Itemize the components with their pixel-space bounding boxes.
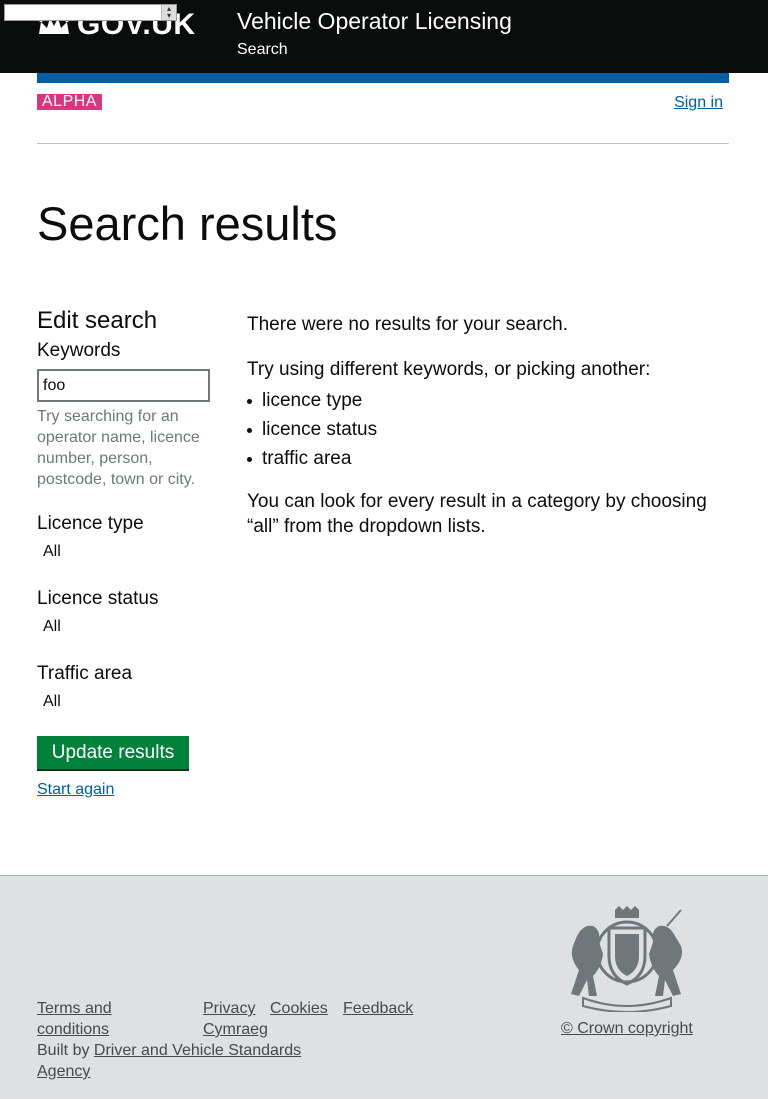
footer-feedback-link[interactable]: Feedback <box>343 998 413 1019</box>
licence-status-label: Licence status <box>37 588 159 609</box>
traffic-area-select[interactable]: All <box>43 693 61 711</box>
results-panel: There were no results for your search. T… <box>247 312 727 539</box>
start-again-link[interactable]: Start again <box>37 781 114 799</box>
suggestion-list: licence type licence status traffic area <box>247 386 727 473</box>
site-header: GOV.UK ▴ ▾ Vehicle Operator Licensing Sea… <box>0 0 768 73</box>
phase-tag: ALPHA <box>37 94 102 110</box>
keywords-input[interactable] <box>37 369 210 402</box>
keywords-label: Keywords <box>37 340 121 361</box>
all-category-text: You can look for every result in a categ… <box>247 491 707 537</box>
list-item: licence status <box>247 415 727 444</box>
service-name[interactable]: Vehicle Operator Licensing <box>237 8 512 35</box>
sign-in-link[interactable]: Sign in <box>673 92 723 113</box>
licence-type-label: Licence type <box>37 513 144 534</box>
header-select[interactable]: ▴ ▾ <box>4 4 177 21</box>
footer-cymraeg-link[interactable]: Cymraeg <box>203 1019 268 1040</box>
crown-copyright-link[interactable]: © Crown copyright <box>561 1020 693 1038</box>
no-results-message: There were no results for your search. <box>247 314 569 335</box>
built-by-text: Built by Driver and Vehicle Standards Ag… <box>37 1040 327 1082</box>
footer-privacy-link[interactable]: Privacy <box>203 998 255 1019</box>
built-by-prefix: Built by <box>37 1042 94 1059</box>
list-item: traffic area <box>247 444 727 473</box>
royal-coat-of-arms-icon[interactable] <box>563 906 691 1012</box>
header-blue-bar <box>37 73 729 83</box>
licence-status-select[interactable]: All <box>43 618 61 636</box>
page-title: Search results <box>37 197 338 250</box>
footer-cookies-link[interactable]: Cookies <box>270 998 328 1019</box>
phase-banner-divider <box>37 143 729 144</box>
edit-search-heading: Edit search <box>37 307 158 334</box>
try-different-text: Try using different keywords, or picking… <box>247 359 651 380</box>
traffic-area-label: Traffic area <box>37 663 133 684</box>
list-item: licence type <box>247 386 727 415</box>
licence-type-select[interactable]: All <box>43 543 61 561</box>
header-nav-search[interactable]: Search <box>237 41 288 59</box>
footer-terms-link[interactable]: Terms and conditions <box>37 998 147 1040</box>
select-arrows-icon: ▴ ▾ <box>161 5 176 20</box>
site-footer: Terms and conditions Privacy Cookies Fee… <box>0 875 768 1099</box>
keywords-hint: Try searching for an operator name, lice… <box>37 408 200 488</box>
update-results-button[interactable]: Update results <box>37 736 189 769</box>
